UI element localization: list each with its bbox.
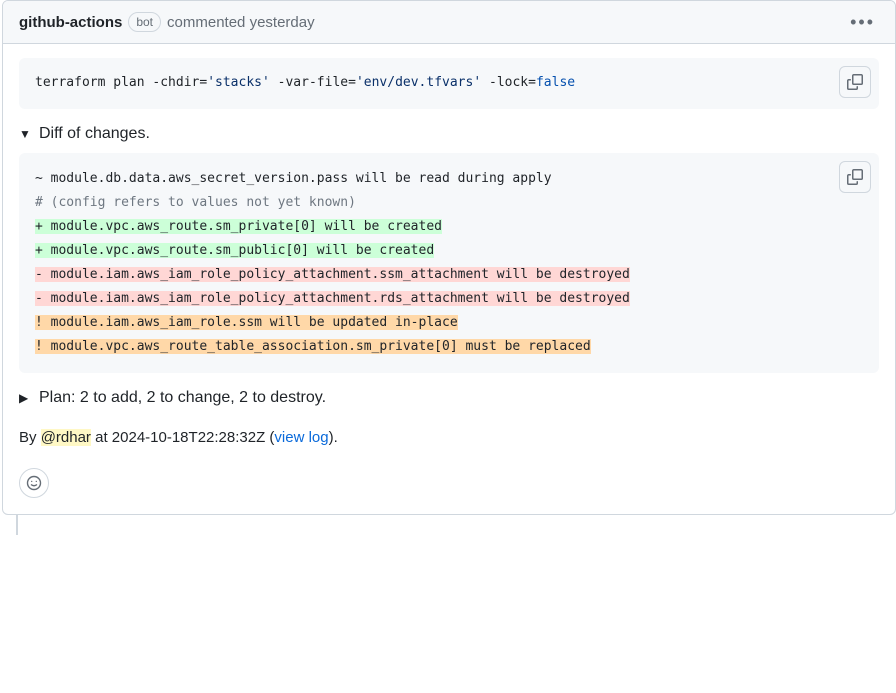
byline-by: By bbox=[19, 429, 41, 446]
command-token: -var-file= bbox=[278, 75, 356, 90]
diff-span-warn: ! module.iam.aws_iam_role.ssm will be up… bbox=[35, 315, 458, 330]
copy-command-button[interactable] bbox=[839, 66, 871, 98]
comment-body: terraform plan -chdir='stacks' -var-file… bbox=[3, 44, 895, 514]
view-log-link[interactable]: view log bbox=[274, 429, 328, 446]
diff-line: # (config refers to values not yet known… bbox=[35, 191, 863, 215]
diff-title: Diff of changes. bbox=[39, 125, 150, 143]
diff-line: ! module.iam.aws_iam_role.ssm will be up… bbox=[35, 311, 863, 335]
command-token bbox=[270, 75, 278, 90]
byline-paren-close: ). bbox=[329, 429, 338, 446]
diff-lines: ~ module.db.data.aws_secret_version.pass… bbox=[35, 167, 863, 359]
comment-header-left: github-actions bot commented yesterday bbox=[19, 12, 315, 32]
diff-span-add: + module.vpc.aws_route.sm_public[0] will… bbox=[35, 243, 434, 258]
command-token: 'stacks' bbox=[207, 75, 270, 90]
smiley-icon bbox=[26, 475, 42, 491]
comment-meta-prefix: commented bbox=[167, 14, 250, 31]
command-token bbox=[481, 75, 489, 90]
byline-at: at bbox=[91, 429, 112, 446]
command-token: terraform plan bbox=[35, 75, 152, 90]
command-code-block: terraform plan -chdir='stacks' -var-file… bbox=[19, 58, 879, 109]
copy-icon bbox=[847, 169, 863, 185]
comment-header: github-actions bot commented yesterday •… bbox=[3, 1, 895, 44]
command-token: false bbox=[536, 75, 575, 90]
diff-span-warn: ! module.vpc.aws_route_table_association… bbox=[35, 339, 591, 354]
comment-meta: commented yesterday bbox=[167, 14, 315, 31]
diff-line: ~ module.db.data.aws_secret_version.pass… bbox=[35, 167, 863, 191]
more-actions-button[interactable]: ••• bbox=[846, 9, 879, 35]
command-token: -lock= bbox=[489, 75, 536, 90]
kebab-icon: ••• bbox=[850, 12, 875, 32]
diff-span-del: - module.iam.aws_iam_role_policy_attachm… bbox=[35, 291, 630, 306]
byline: By @rdhar at 2024-10-18T22:28:32Z (view … bbox=[19, 429, 879, 446]
command-token: 'env/dev.tfvars' bbox=[356, 75, 481, 90]
author-mention[interactable]: @rdhar bbox=[41, 429, 91, 446]
plan-summary-text: Plan: 2 to add, 2 to change, 2 to destro… bbox=[39, 389, 326, 407]
command-token: -chdir= bbox=[152, 75, 207, 90]
diff-line: - module.iam.aws_iam_role_policy_attachm… bbox=[35, 263, 863, 287]
bot-badge: bot bbox=[128, 12, 161, 32]
diff-span-del: - module.iam.aws_iam_role_policy_attachm… bbox=[35, 267, 630, 282]
plan-disclosure[interactable]: ▶ Plan: 2 to add, 2 to change, 2 to dest… bbox=[19, 389, 879, 407]
author-name[interactable]: github-actions bbox=[19, 14, 122, 31]
diff-line: - module.iam.aws_iam_role_policy_attachm… bbox=[35, 287, 863, 311]
reactions bbox=[19, 468, 879, 498]
diff-span-add: + module.vpc.aws_route.sm_private[0] wil… bbox=[35, 219, 442, 234]
diff-line: + module.vpc.aws_route.sm_public[0] will… bbox=[35, 239, 863, 263]
comment-card: github-actions bot commented yesterday •… bbox=[2, 0, 896, 515]
diff-line: ! module.vpc.aws_route_table_association… bbox=[35, 335, 863, 359]
comment-meta-time[interactable]: yesterday bbox=[250, 14, 315, 31]
byline-timestamp: 2024-10-18T22:28:32Z bbox=[112, 429, 265, 446]
triangle-down-icon: ▼ bbox=[19, 127, 33, 141]
add-reaction-button[interactable] bbox=[19, 468, 49, 498]
copy-diff-button[interactable] bbox=[839, 161, 871, 193]
triangle-right-icon: ▶ bbox=[19, 391, 33, 405]
command-text: terraform plan -chdir='stacks' -var-file… bbox=[35, 74, 863, 93]
diff-disclosure[interactable]: ▼ Diff of changes. bbox=[19, 125, 879, 143]
diff-line: + module.vpc.aws_route.sm_private[0] wil… bbox=[35, 215, 863, 239]
copy-icon bbox=[847, 74, 863, 90]
diff-code-block: ~ module.db.data.aws_secret_version.pass… bbox=[19, 153, 879, 373]
